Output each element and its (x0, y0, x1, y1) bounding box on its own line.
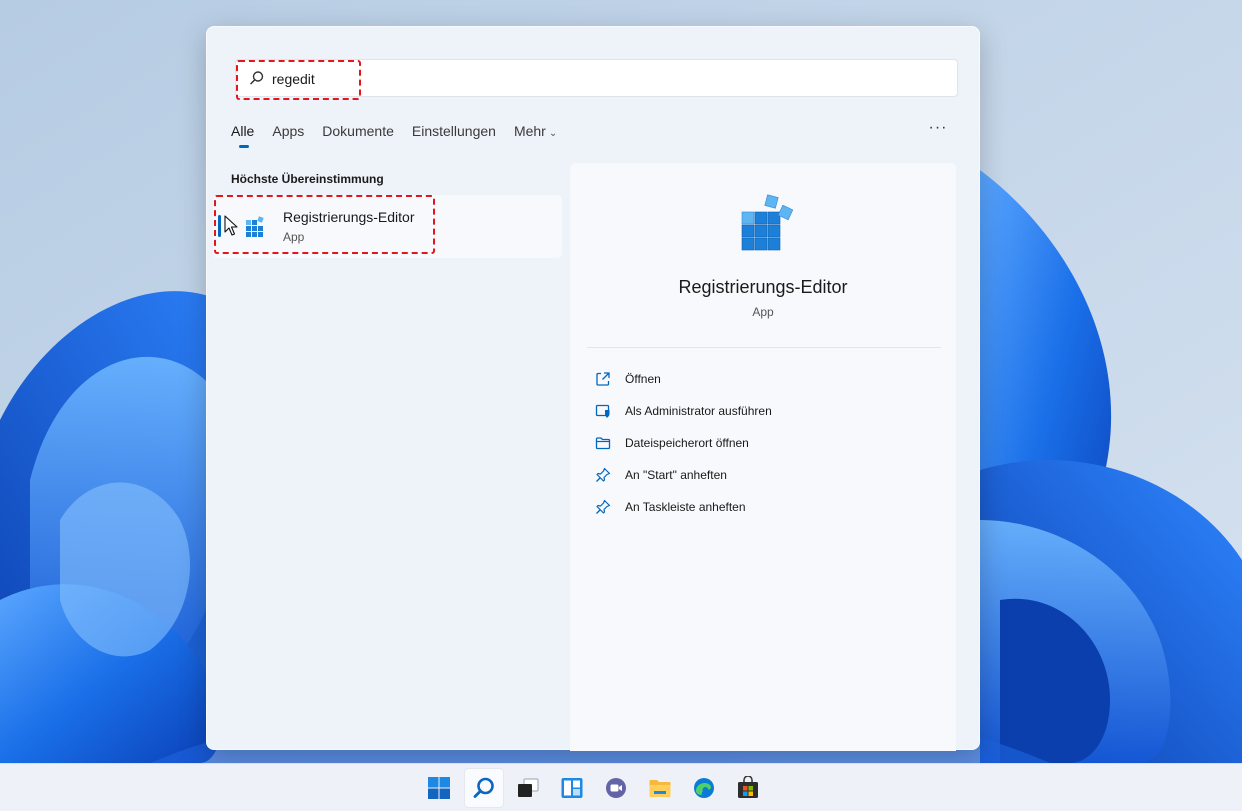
action-open[interactable]: Öffnen (595, 363, 772, 395)
best-match-subtitle: App (283, 230, 305, 244)
file-explorer-icon (649, 780, 671, 797)
windows-start-icon (428, 777, 450, 799)
selection-indicator (218, 215, 221, 237)
taskbar-task-view-button[interactable] (508, 768, 548, 808)
taskbar-widgets-button[interactable] (552, 768, 592, 808)
task-view-icon (518, 778, 539, 797)
detail-divider (587, 347, 941, 348)
search-box[interactable] (235, 59, 958, 97)
search-input[interactable] (272, 65, 872, 93)
best-match-title: Registrierungs-Editor (283, 209, 415, 225)
registry-editor-icon (246, 216, 264, 237)
best-match-result[interactable]: Registrierungs-Editor App (213, 195, 562, 258)
tab-apps[interactable]: Apps (272, 123, 304, 153)
search-icon (250, 71, 264, 85)
action-open-label: Öffnen (625, 372, 661, 386)
pin-icon (596, 467, 611, 482)
action-pin-to-start-label: An "Start" anheften (625, 468, 727, 482)
search-icon (473, 777, 494, 798)
taskbar-search-button[interactable] (464, 768, 504, 808)
tab-einstellungen[interactable]: Einstellungen (412, 123, 496, 153)
chevron-down-icon: ⌄ (548, 128, 558, 139)
taskbar (0, 763, 1242, 811)
taskbar-file-explorer-button[interactable] (640, 768, 680, 808)
taskbar-edge-button[interactable] (684, 768, 724, 808)
action-pin-to-taskbar-label: An Taskleiste anheften (625, 500, 746, 514)
detail-title: Registrierungs-Editor (678, 277, 848, 297)
tab-dokumente[interactable]: Dokumente (322, 123, 394, 153)
search-panel: Alle Apps Dokumente Einstellungen Mehr⌄ … (206, 26, 980, 751)
action-run-as-admin-label: Als Administrator ausführen (625, 404, 772, 418)
folder-icon (595, 437, 611, 450)
widgets-icon (561, 778, 583, 798)
tab-alle[interactable]: Alle (231, 123, 254, 153)
detail-subtitle: App (752, 305, 774, 319)
filter-tabs: Alle Apps Dokumente Einstellungen Mehr ⌄ (231, 123, 575, 153)
detail-actions: Öffnen Als Administrator ausführen Datei… (595, 363, 772, 523)
pin-icon (596, 499, 611, 514)
action-run-as-admin[interactable]: Als Administrator ausführen (595, 395, 772, 427)
taskbar-start-button[interactable] (419, 768, 459, 808)
taskbar-teams-chat-button[interactable] (596, 768, 636, 808)
registry-editor-icon (741, 194, 794, 251)
edge-browser-icon (694, 778, 714, 798)
open-external-icon (596, 372, 610, 386)
action-open-file-location-label: Dateispeicherort öffnen (625, 436, 749, 450)
tab-mehr[interactable]: Mehr ⌄ (514, 123, 557, 153)
best-match-heading: Höchste Übereinstimmung (231, 172, 384, 186)
taskbar-store-button[interactable] (728, 768, 768, 808)
tab-mehr-label: Mehr (513, 123, 546, 139)
mouse-cursor-icon (224, 215, 238, 236)
admin-shield-icon (595, 404, 610, 418)
teams-chat-icon (606, 778, 626, 798)
detail-pane: Registrierungs-Editor App Öffnen Als Adm… (570, 163, 956, 751)
more-options-button[interactable]: ··· (923, 119, 953, 143)
action-pin-to-start[interactable]: An "Start" anheften (595, 459, 772, 491)
action-pin-to-taskbar[interactable]: An Taskleiste anheften (595, 491, 772, 523)
action-open-file-location[interactable]: Dateispeicherort öffnen (595, 427, 772, 459)
microsoft-store-icon (738, 776, 758, 798)
